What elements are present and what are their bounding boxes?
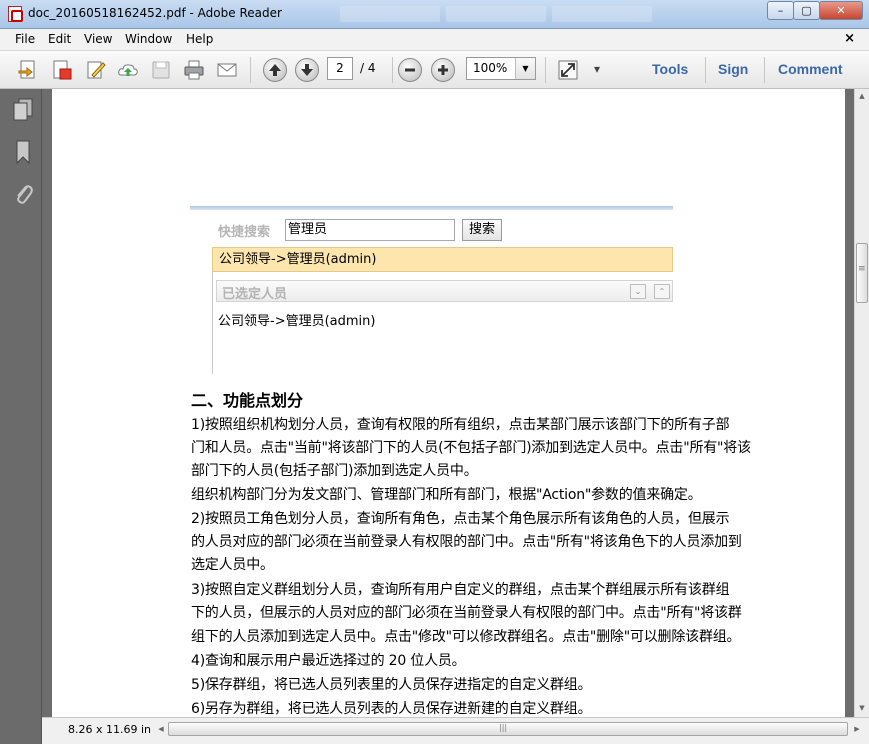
paragraph-line: 3)按照自定义群组划分人员，查询所有用户自定义的群组，点击某个群组展示所有该群组 (191, 582, 730, 598)
section-heading: 二、功能点划分 (191, 391, 304, 410)
paragraph-line: 4)查询和展示用户最近选择过的 20 位人员。 (191, 653, 466, 669)
sign-pane-button[interactable]: Sign (718, 61, 748, 77)
paragraph-line: 门和人员。点击"当前"将该部门下的人员(不包括子部门)添加到选定人员中。点击"所… (191, 440, 751, 456)
attachments-paperclip-icon[interactable] (12, 181, 34, 207)
edit-form-icon[interactable] (85, 59, 107, 81)
embedded-screenshot: 快捷搜索 管理员 搜索 公司领导->管理员(admin) 已选定人员 ⌄ ⌃ 公… (190, 206, 673, 374)
collapse-up-icon: ⌃ (654, 284, 670, 299)
status-bar: 8.26 x 11.69 in ◀ ||| ▶ (42, 717, 869, 744)
arrow-down-icon (301, 64, 313, 76)
paragraph-line: 1)按照组织机构划分人员，查询有权限的所有组织，点击某部门展示该部门下的所有子部 (191, 417, 730, 433)
paragraph-line: 选定人员中。 (191, 557, 274, 573)
email-icon[interactable] (216, 59, 238, 81)
page-total: / 4 (360, 61, 376, 75)
menu-window[interactable]: Window (125, 32, 172, 46)
search-button-image: 搜索 (462, 219, 502, 241)
selected-people-title: 已选定人员 (222, 287, 288, 302)
toolbar-overflow-icon[interactable]: ▾ (594, 62, 600, 76)
comment-pane-button[interactable]: Comment (778, 61, 843, 77)
toolbar-separator (764, 57, 765, 83)
vertical-scrollbar[interactable]: ▲ ≡ ▼ (854, 89, 869, 717)
navigation-pane (0, 89, 42, 744)
zoom-in-button[interactable] (431, 58, 455, 82)
zoom-level-value: 100% (473, 61, 508, 75)
plus-icon (438, 65, 448, 75)
pdf-page: 快捷搜索 管理员 搜索 公司领导->管理员(admin) 已选定人员 ⌄ ⌃ 公… (52, 89, 845, 717)
quick-search-label: 快捷搜索 (218, 225, 271, 240)
menu-file[interactable]: File (15, 32, 35, 46)
print-icon[interactable] (183, 59, 205, 81)
horizontal-scrollbar[interactable]: ◀ ||| ▶ (154, 721, 860, 737)
paragraph-line: 5)保存群组，将已选人员列表里的人员保存进指定的自定义群组。 (191, 677, 592, 693)
grip-icon: ≡ (858, 264, 866, 274)
paragraph-line: 的人员对应的部门必须在当前登录人有权限的部门中。点击"所有"将该角色下的人员添加… (191, 534, 742, 550)
chevron-down-icon[interactable]: ▼ (515, 58, 535, 79)
close-button[interactable]: ✕ (819, 1, 863, 20)
next-page-button[interactable] (295, 58, 319, 82)
full-screen-icon[interactable] (557, 59, 579, 81)
scroll-down-arrow-icon[interactable]: ▼ (855, 701, 869, 715)
grip-icon: ||| (499, 723, 508, 732)
paragraph-line: 部门下的人员(包括子部门)添加到选定人员中。 (191, 463, 478, 479)
page-thumbnails-icon[interactable] (12, 97, 34, 123)
window-controls: – ▢ ✕ (767, 1, 863, 20)
page-size-readout: 8.26 x 11.69 in (68, 723, 152, 736)
selected-people-panel-header: 已选定人员 ⌄ ⌃ (216, 280, 673, 302)
create-pdf-icon[interactable] (51, 59, 73, 81)
collapse-down-icon: ⌄ (630, 284, 646, 299)
scroll-right-arrow-icon[interactable]: ▶ (850, 721, 864, 737)
menu-help[interactable]: Help (186, 32, 213, 46)
scroll-left-arrow-icon[interactable]: ◀ (154, 721, 168, 737)
zoom-out-button[interactable] (398, 58, 422, 82)
window-title: doc_20160518162452.pdf - Adobe Reader (28, 6, 282, 20)
toolbar-separator (250, 57, 251, 83)
paragraph-line: 6)另存为群组，将已选人员列表的人员保存进新建的自定义群组。 (191, 701, 592, 717)
title-bar: doc_20160518162452.pdf - Adobe Reader – … (0, 0, 869, 29)
open-file-icon[interactable] (18, 59, 40, 81)
paragraph-line: 下的人员，但展示的人员对应的部门必须在当前登录人有权限的部门中。点击"所有"将该… (191, 605, 742, 621)
page-number-input[interactable]: 2 (327, 57, 353, 80)
menu-bar: File Edit View Window Help × (0, 29, 869, 51)
save-icon[interactable] (150, 59, 172, 81)
maximize-button[interactable]: ▢ (793, 1, 820, 20)
toolbar-separator (392, 57, 393, 83)
toolbar-separator (545, 57, 546, 83)
bookmarks-icon[interactable] (12, 139, 34, 165)
horizontal-scroll-thumb[interactable]: ||| (168, 722, 848, 736)
background-taskbar-ghost (340, 6, 658, 22)
menu-edit[interactable]: Edit (48, 32, 71, 46)
arrow-up-icon (269, 64, 281, 76)
selected-person-item: 公司领导->管理员(admin) (218, 314, 376, 329)
pdf-app-icon (8, 6, 23, 22)
toolbar-separator (705, 57, 706, 83)
close-document-icon[interactable]: × (844, 31, 855, 46)
scroll-up-arrow-icon[interactable]: ▲ (855, 89, 869, 103)
vertical-scroll-thumb[interactable]: ≡ (856, 243, 868, 303)
zoom-level-select[interactable]: 100% ▼ (466, 57, 536, 80)
paragraph-line: 2)按照员工角色划分人员，查询所有角色，点击某个角色展示所有该角色的人员，但展示 (191, 511, 730, 527)
minimize-button[interactable]: – (767, 1, 794, 20)
menu-view[interactable]: View (84, 32, 112, 46)
quick-search-box: 管理员 (285, 219, 455, 241)
paragraph-line: 组下的人员添加到选定人员中。点击"修改"可以修改群组名。点击"删除"可以删除该群… (191, 629, 741, 645)
tools-pane-button[interactable]: Tools (652, 61, 688, 77)
highlighted-result-row: 公司领导->管理员(admin) (212, 247, 673, 272)
upload-cloud-icon[interactable] (117, 59, 139, 81)
previous-page-button[interactable] (263, 58, 287, 82)
paragraph-line: 组织机构部门分为发文部门、管理部门和所有部门，根据"Action"参数的值来确定… (191, 487, 702, 503)
minus-icon (405, 68, 415, 72)
document-view[interactable]: 快捷搜索 管理员 搜索 公司领导->管理员(admin) 已选定人员 ⌄ ⌃ 公… (42, 89, 854, 717)
